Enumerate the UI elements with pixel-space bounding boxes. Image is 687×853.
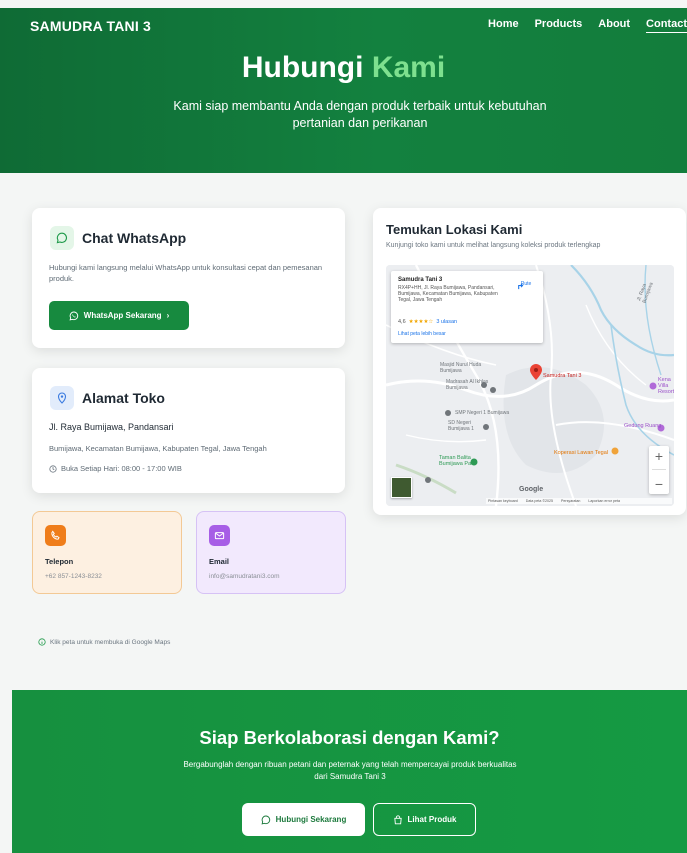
popup-reviews-link[interactable]: 3 ulasan [436,319,457,325]
map-title: Temukan Lokasi Kami [386,222,523,237]
page-subtitle: Kami siap membantu Anda dengan produk te… [173,99,547,130]
zoom-out-button[interactable]: − [655,477,663,491]
contact-now-label: Hubungi Sekarang [275,815,347,824]
directions-icon [518,283,524,290]
opening-hours-text: Buka Setiap Hari: 08:00 - 17:00 WIB [61,464,182,473]
opening-hours: Buka Setiap Hari: 08:00 - 17:00 WIB [49,464,182,473]
top-nav: Home Products About Contact [488,18,687,33]
map-subtitle: Kunjungi toko kami untuk melihat langsun… [386,242,601,249]
route-button[interactable]: Rute [516,281,536,290]
whatsapp-icon [261,815,270,824]
larger-map-link[interactable]: Lihat peta lebih besar [398,331,446,337]
whatsapp-card: Chat WhatsApp Hubungi kami langsung mela… [32,208,345,348]
map-data-text: Data peta ©2025 [525,499,554,503]
popup-rating: 4,6 ★★★★☆ 3 ulasan [398,319,457,325]
cta-title: Siap Berkolaborasi dengan Kami? [199,727,500,748]
map-label-gedung[interactable]: Gedung Ruang [624,423,664,429]
whatsapp-button-label: WhatsApp Sekarang [83,311,162,320]
view-products-label: Lihat Produk [407,815,457,824]
map-label-taman[interactable]: Taman Balita Bumijawa Park [439,455,479,467]
clock-icon [49,464,57,473]
chat-icon [50,226,74,250]
chevron-right-icon: › [166,311,170,320]
zoom-in-button[interactable]: + [655,449,663,463]
terms-link[interactable]: Persyaratan [561,499,580,503]
email-label: Email [209,557,230,566]
map-label-sd[interactable]: SD Negeri Bumijawa 1 [448,420,488,432]
popup-address: RX4P+HH, Jl. Raya Bumijawa, Pandansari, … [398,285,498,303]
shopping-bag-icon [393,814,402,824]
location-pin-icon [50,386,74,410]
map-label-madrasah[interactable]: Madrasah Al Ikhlas Bumijawa [446,379,496,391]
whatsapp-title: Chat WhatsApp [82,230,187,246]
mail-icon [209,525,230,546]
map-place-popup: Samudra Tani 3 RX4P+HH, Jl. Raya Bumijaw… [391,271,543,343]
page-title: Hubungi Kami [0,51,687,85]
view-products-button[interactable]: Lihat Produk [373,803,476,836]
email-value: info@samudratani3.com [209,573,280,580]
map-attribution: Pintasan keyboard Data peta ©2025 Persya… [486,498,672,504]
contact-now-button[interactable]: Hubungi Sekarang [242,803,365,836]
map-label-smp[interactable]: SMP Negeri 1 Bumijawa [455,410,515,416]
popup-rating-value: 4,6 [398,319,406,325]
email-card[interactable]: Email info@samudratani3.com [196,511,346,594]
nav-home[interactable]: Home [488,18,519,33]
whatsapp-description: Hubungi kami langsung melalui WhatsApp u… [49,263,323,283]
popup-place-name: Samudra Tani 3 [398,277,443,283]
maps-hint-text: Klik peta untuk membuka di Google Maps [50,638,171,646]
address-street: Jl. Raya Bumijawa, Pandansari [49,422,174,432]
nav-about[interactable]: About [598,18,630,33]
map-zoom-controls: + − [649,446,669,494]
page-title-main: Hubungi [241,51,364,84]
map-label-masjid[interactable]: Masjid Nurul Huda Bumijawa [440,362,500,374]
address-region: Bumijawa, Kecamatan Bumijawa, Kabupaten … [49,444,267,453]
whatsapp-icon [69,311,78,320]
maps-hint: Klik peta untuk membuka di Google Maps [38,638,170,646]
zoom-divider [652,469,666,471]
nav-contact[interactable]: Contact [646,18,687,33]
brand-logo[interactable]: SAMUDRA TANI 3 [30,18,151,34]
cta-section: Siap Berkolaborasi dengan Kami? Bergabun… [12,690,687,853]
keyboard-shortcuts-link[interactable]: Pintasan keyboard [488,499,518,503]
report-error-link[interactable]: Laporkan error peta [588,499,620,503]
embedded-map[interactable]: Masjid Nurul Huda Bumijawa Madrasah Al I… [386,265,674,506]
phone-value: +62 857-1243-8232 [45,573,102,580]
address-card: Alamat Toko Jl. Raya Bumijawa, Pandansar… [32,368,345,493]
map-label-koperasi[interactable]: Koperasi Lawan Tegal [554,450,608,456]
star-rating-icon: ★★★★☆ [408,319,434,325]
whatsapp-button[interactable]: WhatsApp Sekarang › [49,301,189,330]
hero-section: SAMUDRA TANI 3 Home Products About Conta… [0,8,687,173]
map-label-pin[interactable]: Samudra Tani 3 [543,373,581,379]
page-title-accent: Kami [371,51,446,84]
phone-card[interactable]: Telepon +62 857-1243-8232 [32,511,182,594]
satellite-toggle[interactable] [391,477,412,498]
address-title: Alamat Toko [82,390,165,406]
map-label-hotel[interactable]: Kena Villa Resort [658,377,674,395]
map-card: Temukan Lokasi Kami Kunjungi toko kami u… [373,208,686,515]
nav-products[interactable]: Products [535,18,583,33]
google-logo: Google [519,486,544,493]
cta-subtitle: Bergabunglah dengan ribuan petani dan pe… [183,760,517,781]
info-icon [38,638,46,646]
phone-label: Telepon [45,557,74,566]
phone-icon [45,525,66,546]
